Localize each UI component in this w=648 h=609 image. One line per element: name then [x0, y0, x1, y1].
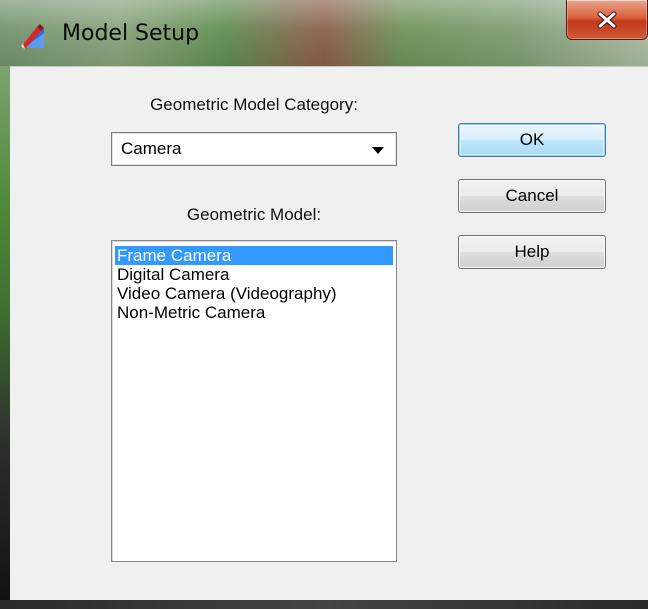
dialog-body: Geometric Model Category: Camera Geometr…: [10, 66, 648, 600]
list-item-digital-camera[interactable]: Digital Camera: [115, 265, 393, 284]
title-bar[interactable]: Model Setup: [0, 0, 648, 66]
window-frame-bottom: [0, 600, 648, 609]
close-button[interactable]: [566, 0, 648, 40]
category-label: Geometric Model Category:: [150, 95, 358, 114]
list-item-non-metric-camera[interactable]: Non-Metric Camera: [115, 303, 393, 322]
category-dropdown[interactable]: Camera: [111, 132, 397, 166]
window-title: Model Setup: [62, 21, 200, 46]
help-button[interactable]: Help: [458, 235, 606, 269]
pencil-ruler-icon: [18, 22, 46, 50]
window-frame-left: [0, 66, 10, 609]
cancel-button[interactable]: Cancel: [458, 179, 606, 213]
model-setup-window: Model Setup Geometric Model Category: Ca…: [0, 0, 648, 609]
chevron-down-icon[interactable]: [372, 147, 384, 154]
category-dropdown-value: Camera: [121, 139, 182, 158]
model-label: Geometric Model:: [186, 205, 322, 224]
close-icon: [596, 11, 618, 29]
list-item-frame-camera[interactable]: Frame Camera: [115, 246, 393, 265]
list-item-video-camera[interactable]: Video Camera (Videography): [115, 284, 393, 303]
model-listbox[interactable]: Frame Camera Digital Camera Video Camera…: [111, 240, 397, 562]
ok-button[interactable]: OK: [458, 123, 606, 157]
